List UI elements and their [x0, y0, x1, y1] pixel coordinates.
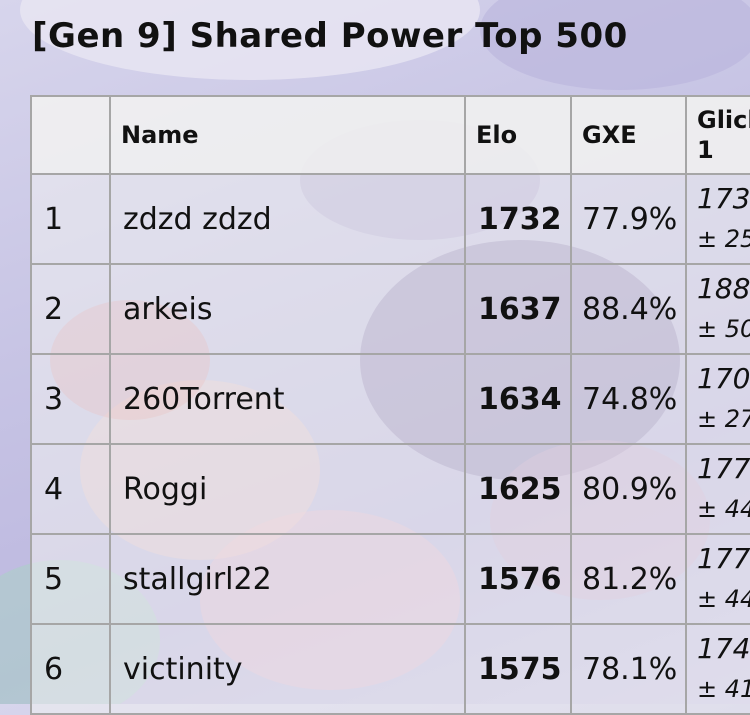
column-header-gxe[interactable]: GXE — [570, 95, 687, 175]
glicko-deviation: ± 25 — [697, 225, 750, 253]
column-header-elo[interactable]: Elo — [464, 95, 572, 175]
player-name-cell[interactable]: Roggi — [109, 443, 466, 535]
player-name-cell[interactable]: stallgirl22 — [109, 533, 466, 625]
gxe-cell: 74.8% — [570, 353, 687, 445]
gxe-cell: 88.4% — [570, 263, 687, 355]
glicko-deviation: ± 44 — [697, 585, 750, 613]
gxe-cell: 77.9% — [570, 173, 687, 265]
glicko-value: 173 — [697, 182, 750, 215]
elo-cell: 1576 — [464, 533, 572, 625]
glicko-cell: 177 ± 44 — [685, 533, 750, 625]
glicko-cell: 173 ± 25 — [685, 173, 750, 265]
player-name-cell[interactable]: arkeis — [109, 263, 466, 355]
table-row: 3 260Torrent 1634 74.8% 170 ± 27 — [30, 353, 750, 445]
glicko-cell: 174 ± 41 — [685, 623, 750, 715]
elo-cell: 1637 — [464, 263, 572, 355]
elo-cell: 1634 — [464, 353, 572, 445]
column-header-glicko-line2: 1 — [697, 136, 714, 164]
rank-cell: 1 — [30, 173, 111, 265]
glicko-value: 174 — [697, 632, 750, 665]
gxe-cell: 81.2% — [570, 533, 687, 625]
glicko-deviation: ± 50 — [697, 315, 750, 343]
glicko-deviation: ± 44 — [697, 495, 750, 523]
column-header-glicko-line1: Glick — [697, 106, 750, 134]
player-name-cell[interactable]: 260Torrent — [109, 353, 466, 445]
column-header-rank — [30, 95, 111, 175]
glicko-deviation: ± 27 — [697, 405, 750, 433]
gxe-cell: 78.1% — [570, 623, 687, 715]
rank-cell: 6 — [30, 623, 111, 715]
glicko-value: 188 — [697, 272, 750, 305]
glicko-cell: 170 ± 27 — [685, 353, 750, 445]
rank-cell: 5 — [30, 533, 111, 625]
page-title: [Gen 9] Shared Power Top 500 — [32, 16, 628, 56]
player-name-cell[interactable]: victinity — [109, 623, 466, 715]
table-header-row: Name Elo GXE Glick 1 — [30, 95, 750, 175]
table-row: 2 arkeis 1637 88.4% 188 ± 50 — [30, 263, 750, 355]
glicko-cell: 188 ± 50 — [685, 263, 750, 355]
ladder-table: Name Elo GXE Glick 1 1 zdzd zdzd 1732 77… — [30, 95, 750, 715]
rank-cell: 4 — [30, 443, 111, 535]
elo-cell: 1625 — [464, 443, 572, 535]
rank-cell: 2 — [30, 263, 111, 355]
table-row: 6 victinity 1575 78.1% 174 ± 41 — [30, 623, 750, 715]
glicko-cell: 177 ± 44 — [685, 443, 750, 535]
table-row: 4 Roggi 1625 80.9% 177 ± 44 — [30, 443, 750, 535]
elo-cell: 1575 — [464, 623, 572, 715]
glicko-value: 177 — [697, 542, 750, 575]
glicko-value: 170 — [697, 362, 750, 395]
gxe-cell: 80.9% — [570, 443, 687, 535]
table-row: 1 zdzd zdzd 1732 77.9% 173 ± 25 — [30, 173, 750, 265]
ladder-table-container: Name Elo GXE Glick 1 1 zdzd zdzd 1732 77… — [30, 95, 750, 715]
glicko-deviation: ± 41 — [697, 675, 750, 703]
column-header-name[interactable]: Name — [109, 95, 466, 175]
rank-cell: 3 — [30, 353, 111, 445]
elo-cell: 1732 — [464, 173, 572, 265]
glicko-value: 177 — [697, 452, 750, 485]
player-name-cell[interactable]: zdzd zdzd — [109, 173, 466, 265]
table-row: 5 stallgirl22 1576 81.2% 177 ± 44 — [30, 533, 750, 625]
column-header-glicko[interactable]: Glick 1 — [685, 95, 750, 175]
